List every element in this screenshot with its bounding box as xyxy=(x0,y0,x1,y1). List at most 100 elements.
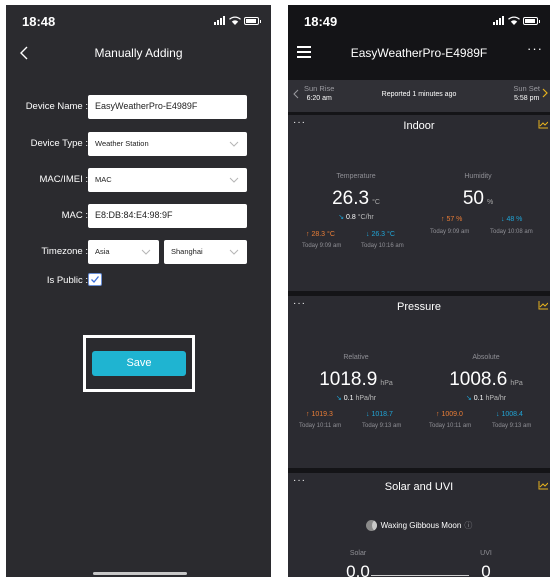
divider xyxy=(371,575,469,576)
status-time: 18:48 xyxy=(22,14,56,29)
timezone-row: Timezone : Asia Shanghai xyxy=(6,240,271,266)
device-name-value: EasyWeatherPro-E4989F xyxy=(95,101,198,111)
device-type-select[interactable]: Weather Station xyxy=(88,132,247,156)
relative-high-time: Today 10:11 am xyxy=(299,423,342,429)
wifi-icon xyxy=(508,16,520,25)
device-type-row: Device Type : Weather Station xyxy=(6,132,271,158)
signal-icon xyxy=(214,16,225,25)
humidity-unit: % xyxy=(486,199,494,206)
chevron-down-icon xyxy=(229,141,239,147)
mac-imei-select[interactable]: MAC xyxy=(88,168,247,192)
uvi-value: 0 xyxy=(481,562,491,577)
chart-icon[interactable] xyxy=(538,301,548,310)
moon-icon xyxy=(365,520,377,532)
moon-phase-text: Waxing Gibbous Moon xyxy=(380,521,462,530)
temperature-low: ↓ 26.3 °C xyxy=(366,231,395,238)
save-highlight-box: Save xyxy=(83,335,195,392)
humidity-high: ↑ 57 % xyxy=(441,216,463,223)
wifi-icon xyxy=(229,16,241,25)
absolute-value: 1008.6 xyxy=(449,369,508,390)
indoor-card: ··· Indoor Temperature 26.3 °C ↘ 0.8 °C/h… xyxy=(288,115,550,291)
chevron-right-icon[interactable] xyxy=(541,87,549,99)
solar-metric: Solar 0.0 xyxy=(328,550,388,577)
absolute-rate-value: 0.1 xyxy=(473,395,484,402)
uvi-label: UVI xyxy=(480,550,492,557)
status-time: 18:49 xyxy=(304,14,338,29)
is-public-row: Is Public : xyxy=(6,273,271,299)
trend-arrow-icon: ↘ xyxy=(338,214,345,221)
device-type-value: Weather Station xyxy=(95,139,149,148)
chevron-down-icon xyxy=(229,249,239,255)
absolute-high-low: ↑ 1009.0 ↓ 1008.4 xyxy=(418,411,550,421)
pressure-card: ··· Pressure Relative 1018.9 hPa ↘ 0.1 hP… xyxy=(288,296,550,468)
timezone-city-select[interactable]: Shanghai xyxy=(164,240,247,264)
moon-phase: Waxing Gibbous Moon ⓘ xyxy=(288,520,550,532)
absolute-unit: hPa xyxy=(510,380,523,387)
manual-add-screen: 18:48 Manually Adding Device Name : Easy… xyxy=(6,5,271,577)
card-title: Indoor xyxy=(403,120,435,132)
card-header: ··· Indoor xyxy=(288,115,550,137)
is-public-label: Is Public : xyxy=(46,275,88,286)
relative-rate: ↘ 0.1 hPa/hr xyxy=(302,394,410,402)
temperature-label: Temperature xyxy=(336,173,376,180)
device-name-row: Device Name : EasyWeatherPro-E4989F xyxy=(6,95,271,121)
relative-unit: hPa xyxy=(380,380,393,387)
temperature-high: ↑ 28.3 °C xyxy=(306,231,335,238)
mac-row: MAC : E8:DB:84:E4:98:9F xyxy=(6,204,271,230)
mac-input[interactable]: E8:DB:84:E4:98:9F xyxy=(88,204,247,228)
info-icon[interactable]: ⓘ xyxy=(464,521,472,530)
home-indicator xyxy=(93,572,187,575)
device-title: EasyWeatherPro-E4989F xyxy=(350,46,488,60)
system-icons xyxy=(214,16,261,25)
mac-value: E8:DB:84:E4:98:9F xyxy=(95,210,173,220)
chart-icon[interactable] xyxy=(538,481,548,490)
absolute-high: ↑ 1009.0 xyxy=(436,411,463,418)
humidity-metric: Humidity 50% xyxy=(448,173,508,210)
system-icons xyxy=(493,16,540,25)
chevron-down-icon xyxy=(141,249,151,255)
is-public-checkbox[interactable] xyxy=(88,273,102,286)
card-header: ··· Solar and UVI xyxy=(288,473,550,495)
save-button[interactable]: Save xyxy=(92,351,186,376)
nav-bar: Manually Adding xyxy=(6,40,271,70)
sunset-time: 5:58 pm xyxy=(514,95,540,102)
nav-bar: EasyWeatherPro-E4989F ··· xyxy=(288,40,550,70)
solar-value: 0.0 xyxy=(346,562,370,577)
humidity-high-time: Today 9:09 am xyxy=(430,229,470,235)
absolute-rate: ↘ 0.1 hPa/hr xyxy=(430,394,542,402)
temperature-high-low: ↑ 28.3 °C ↓ 26.3 °C xyxy=(288,231,418,241)
solar-uvi-card: ··· Solar and UVI Waxing Gibbous Moon ⓘ S… xyxy=(288,473,550,577)
status-bar: 18:49 xyxy=(288,5,550,35)
mac-imei-value: MAC xyxy=(95,175,112,184)
temperature-times: Today 9:09 am Today 10:16 am xyxy=(288,243,418,252)
mac-imei-label: MAC/IMEI : xyxy=(39,174,88,185)
mac-label: MAC : xyxy=(61,210,88,221)
timezone-region-select[interactable]: Asia xyxy=(88,240,159,264)
humidity-times: Today 9:09 am Today 10:08 am xyxy=(418,229,550,238)
relative-rate-value: 0.1 xyxy=(343,395,354,402)
device-dashboard-screen: 18:49 EasyWeatherPro-E4989F ··· Sun Rise… xyxy=(288,5,550,577)
chevron-down-icon xyxy=(229,177,239,183)
chart-icon[interactable] xyxy=(538,120,548,129)
device-type-label: Device Type : xyxy=(30,138,88,149)
humidity-value: 50 xyxy=(462,188,484,209)
temperature-rate-unit: °C/hr xyxy=(357,214,374,221)
battery-icon xyxy=(244,17,261,25)
absolute-rate-unit: hPa/hr xyxy=(485,395,507,402)
timezone-city-value: Shanghai xyxy=(171,247,203,256)
signal-icon xyxy=(493,16,504,25)
mac-imei-row: MAC/IMEI : MAC xyxy=(6,168,271,194)
absolute-times: Today 10:11 am Today 9:13 am xyxy=(418,423,550,432)
card-title: Solar and UVI xyxy=(384,481,454,493)
page-title: Manually Adding xyxy=(94,46,183,60)
humidity-label: Humidity xyxy=(464,173,492,180)
timezone-label: Timezone : xyxy=(41,246,88,257)
sunset: Sun Set 5:58 pm xyxy=(513,84,540,102)
more-icon[interactable]: ··· xyxy=(527,41,543,56)
status-bar: 18:48 xyxy=(6,5,271,35)
absolute-label: Absolute xyxy=(472,354,500,361)
absolute-high-time: Today 10:11 am xyxy=(429,423,472,429)
humidity-low: ↓ 48 % xyxy=(501,216,523,223)
absolute-low: ↓ 1008.4 xyxy=(496,411,523,418)
device-name-input[interactable]: EasyWeatherPro-E4989F xyxy=(88,95,247,119)
